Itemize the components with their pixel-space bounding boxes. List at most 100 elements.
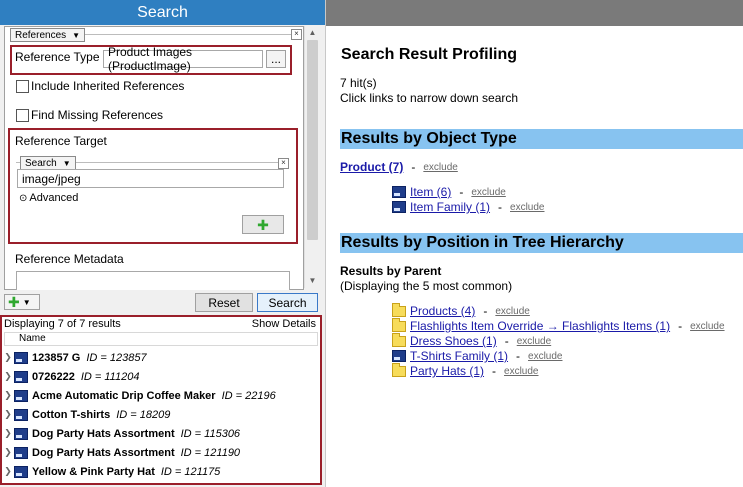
expand-arrow-icon[interactable]: ❯: [2, 352, 14, 363]
table-row[interactable]: ❯ Yellow & Pink Party Hat ID = 121175: [2, 462, 220, 481]
reference-type-field[interactable]: Product Images (ProductImage): [103, 45, 263, 73]
table-row[interactable]: ❯ Cotton T-shirts ID = 18209: [2, 405, 170, 424]
exclude-link[interactable]: exclude: [471, 187, 505, 198]
scrollbar-thumb[interactable]: [307, 40, 318, 240]
row-name: Dog Party Hats Assortment: [32, 427, 175, 440]
parent-link[interactable]: Flashlights Item Override → Flashlights …: [410, 319, 670, 333]
search-button[interactable]: Search: [257, 293, 318, 312]
profiling-panel: Search Result Profiling 7 hit(s) Click l…: [325, 0, 743, 487]
search-tab[interactable]: Search ▼: [20, 156, 76, 170]
item-family-icon: [392, 201, 406, 213]
exclude-link[interactable]: exclude: [690, 321, 724, 332]
close-icon[interactable]: ×: [278, 158, 289, 169]
most-common-note: (Displaying the 5 most common): [340, 279, 513, 293]
parent-row: Products (4) - exclude: [392, 302, 530, 318]
plus-icon: ✚: [8, 294, 20, 310]
folder-icon: [392, 332, 406, 347]
product-row: Product (7) - exclude: [340, 160, 458, 174]
search-target-input[interactable]: image/jpeg: [17, 169, 284, 188]
references-tab[interactable]: References ▼: [10, 28, 86, 42]
top-bar: [326, 0, 743, 26]
reference-metadata-box[interactable]: [16, 271, 290, 290]
scroll-up-icon[interactable]: ▲: [307, 28, 318, 38]
expand-arrow-icon[interactable]: ❯: [2, 447, 14, 458]
parent-link[interactable]: Party Hats (1): [410, 364, 484, 378]
browse-label: ...: [270, 52, 281, 66]
folder-icon: [392, 362, 406, 377]
object-icon: [14, 370, 28, 383]
expand-arrow-icon[interactable]: ❯: [2, 409, 14, 420]
advanced-label: Advanced: [29, 192, 79, 204]
section-object-type-title: Results by Object Type: [341, 130, 517, 147]
table-row[interactable]: ❯ 123857 G ID = 123857: [2, 348, 147, 367]
dash: -: [411, 160, 416, 174]
object-icon: [14, 408, 28, 421]
parent-link[interactable]: T-Shirts Family (1): [410, 349, 508, 363]
item-family-link[interactable]: Item Family (1): [410, 200, 490, 214]
table-row[interactable]: ❯ Acme Automatic Drip Coffee Maker ID = 22…: [2, 386, 276, 405]
close-icon[interactable]: ×: [291, 29, 302, 40]
row-name: Dog Party Hats Assortment: [32, 446, 175, 459]
object-icon: [14, 389, 28, 402]
exclude-link[interactable]: exclude: [510, 202, 544, 213]
parent-link[interactable]: Products (4): [410, 304, 475, 318]
results-list: Displaying 7 of 7 results Show Details N…: [0, 315, 322, 485]
row-id: ID = 18209: [116, 408, 171, 421]
name-column-header[interactable]: Name: [4, 332, 318, 346]
table-row[interactable]: ❯ 0726222 ID = 111204: [2, 367, 139, 386]
parent-row: T-Shirts Family (1) - exclude: [392, 349, 562, 363]
dash: -: [492, 364, 497, 378]
item-link[interactable]: Item (6): [410, 185, 451, 199]
expand-arrow-icon[interactable]: ❯: [2, 466, 14, 477]
reference-target-label: Reference Target: [15, 134, 107, 148]
reset-button[interactable]: Reset: [195, 293, 253, 312]
add-dropdown-button[interactable]: ✚ ▼: [4, 294, 40, 310]
expand-arrow-icon[interactable]: ❯: [2, 390, 14, 401]
results-by-parent-label: Results by Parent: [340, 264, 442, 278]
chevron-down-icon: ▼: [22, 297, 31, 307]
hit-count: 7 hit(s): [340, 76, 377, 90]
add-criteria-button[interactable]: ✚: [242, 215, 284, 234]
find-missing-label: Find Missing References: [31, 108, 164, 122]
folder-icon: [392, 302, 406, 317]
product-link[interactable]: Product (7): [340, 160, 403, 174]
find-missing-checkbox[interactable]: [16, 109, 29, 122]
dash: -: [516, 349, 521, 363]
expand-arrow-icon[interactable]: ❯: [2, 428, 14, 439]
exclude-link[interactable]: exclude: [504, 366, 538, 377]
row-id: ID = 121190: [180, 446, 241, 459]
show-details-link[interactable]: Show Details: [252, 318, 316, 330]
exclude-link[interactable]: exclude: [495, 306, 529, 317]
row-name: Cotton T-shirts: [32, 408, 111, 421]
section-position: Results by Position in Tree Hierarchy: [340, 233, 743, 253]
include-inherited-label: Include Inherited References: [31, 79, 185, 93]
row-id: ID = 123857: [86, 351, 147, 364]
dash: -: [504, 334, 509, 348]
reset-label: Reset: [208, 295, 240, 310]
plus-icon: ✚: [257, 216, 269, 233]
scroll-down-icon[interactable]: ▼: [307, 276, 318, 286]
dash: -: [483, 304, 488, 318]
parent-link[interactable]: Dress Shoes (1): [410, 334, 497, 348]
exclude-link[interactable]: exclude: [528, 351, 562, 362]
object-icon: [14, 465, 28, 478]
hint-text: Click links to narrow down search: [340, 91, 519, 105]
exclude-link[interactable]: exclude: [423, 162, 457, 173]
dash: -: [459, 185, 464, 199]
references-tab-label: References: [15, 29, 67, 41]
expand-icon: ⊙: [19, 192, 28, 204]
parent-row: Party Hats (1) - exclude: [392, 362, 538, 378]
parent-row: Dress Shoes (1) - exclude: [392, 332, 551, 348]
advanced-toggle[interactable]: ⊙ Advanced: [19, 192, 78, 204]
folder-icon: [392, 317, 406, 332]
table-row[interactable]: ❯ Dog Party Hats Assortment ID = 115306: [2, 424, 240, 443]
reference-metadata-label: Reference Metadata: [15, 252, 124, 266]
exclude-link[interactable]: exclude: [517, 336, 551, 347]
chevron-down-icon: ▼: [72, 30, 81, 40]
include-inherited-checkbox[interactable]: [16, 80, 29, 93]
browse-button[interactable]: ...: [266, 50, 286, 68]
expand-arrow-icon[interactable]: ❯: [2, 371, 14, 382]
section-position-title: Results by Position in Tree Hierarchy: [341, 234, 624, 251]
search-target-value: image/jpeg: [22, 171, 81, 186]
table-row[interactable]: ❯ Dog Party Hats Assortment ID = 121190: [2, 443, 240, 462]
